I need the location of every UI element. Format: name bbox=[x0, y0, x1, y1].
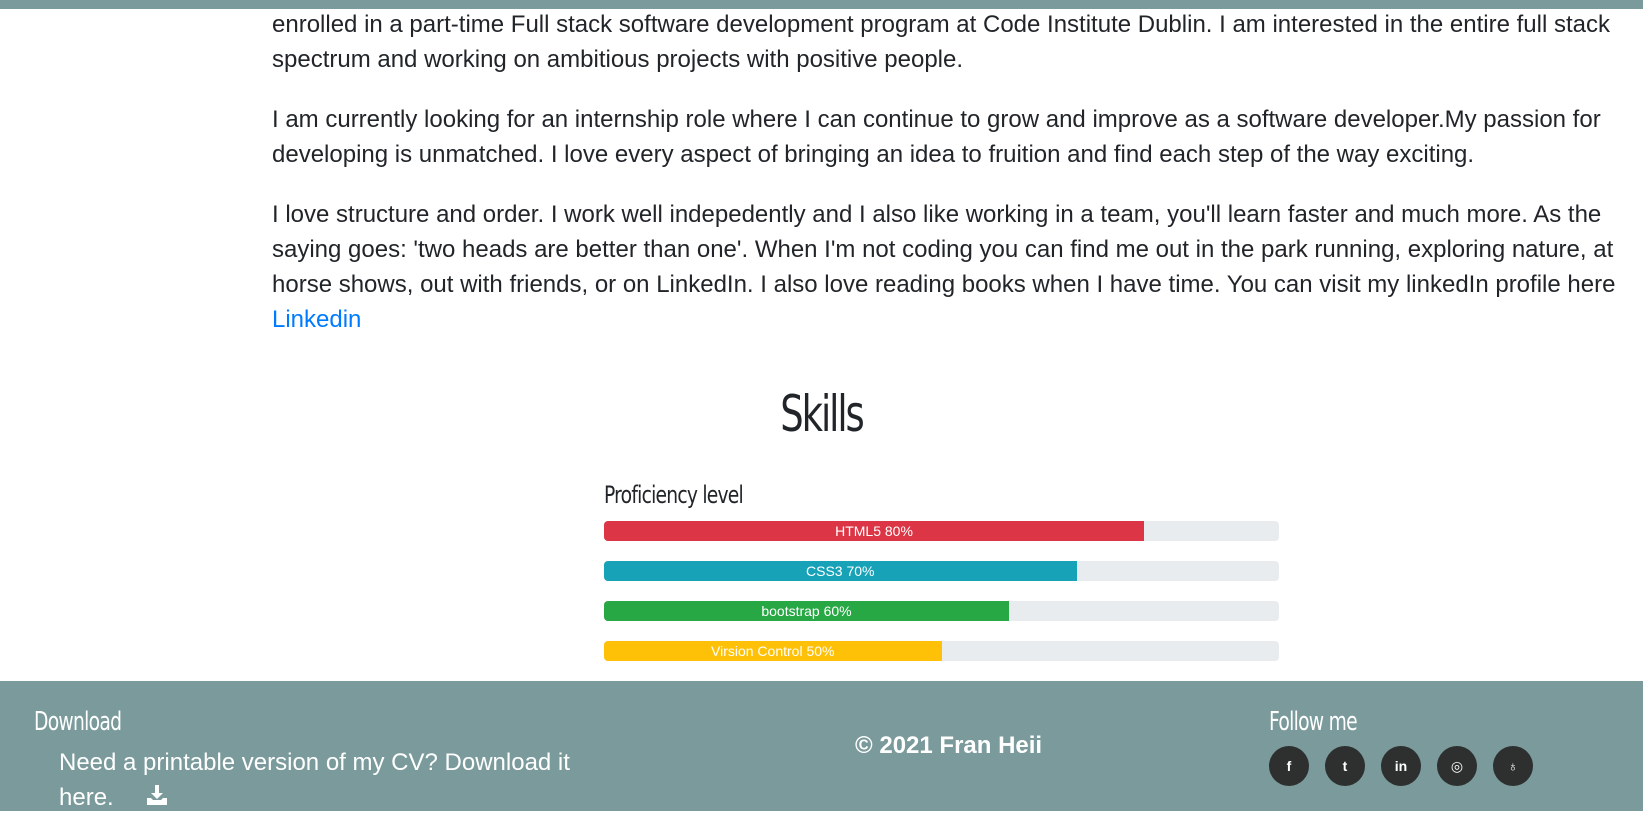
skill-bar-fill: Virsion Control 50% bbox=[604, 641, 942, 661]
about-paragraph-3-text: I love structure and order. I work well … bbox=[272, 201, 1616, 298]
download-heading: Download bbox=[34, 707, 122, 737]
skill-bar-fill: HTML5 80% bbox=[604, 521, 1144, 541]
proficiency-title: Proficiency level bbox=[604, 481, 744, 509]
skill-bar-bootstrap: bootstrap 60% bbox=[604, 601, 1279, 621]
follow-heading: Follow me bbox=[1269, 707, 1358, 737]
download-text: Need a printable version of my CV? Downl… bbox=[59, 749, 570, 811]
twitter-icon[interactable]: t bbox=[1325, 746, 1365, 786]
skill-bar-fill: bootstrap 60% bbox=[604, 601, 1009, 621]
github-icon[interactable]: ♁ bbox=[1493, 746, 1533, 786]
skill-bar-version-control: Virsion Control 50% bbox=[604, 641, 1279, 661]
instagram-icon[interactable]: ◎ bbox=[1437, 746, 1477, 786]
facebook-icon[interactable]: f bbox=[1269, 746, 1309, 786]
download-text-block: Need a printable version of my CV? Downl… bbox=[59, 745, 619, 816]
skill-bar-css3: CSS3 70% bbox=[604, 561, 1279, 581]
skill-bar-html5: HTML5 80% bbox=[604, 521, 1279, 541]
linkedin-link[interactable]: Linkedin bbox=[272, 306, 361, 333]
about-paragraph-1: enrolled in a part-time Full stack softw… bbox=[272, 11, 1610, 73]
copyright-text: © 2021 Fran Heii bbox=[855, 732, 1043, 759]
linkedin-icon[interactable]: in bbox=[1381, 746, 1421, 786]
social-links: f t in ◎ ♁ bbox=[1269, 746, 1533, 786]
about-section: enrolled in a part-time Full stack softw… bbox=[272, 7, 1642, 362]
about-paragraph-2: I am currently looking for an internship… bbox=[272, 106, 1601, 168]
about-paragraph-3: I love structure and order. I work well … bbox=[272, 197, 1642, 337]
skills-title: Skills bbox=[780, 385, 865, 443]
skill-bar-fill: CSS3 70% bbox=[604, 561, 1077, 581]
